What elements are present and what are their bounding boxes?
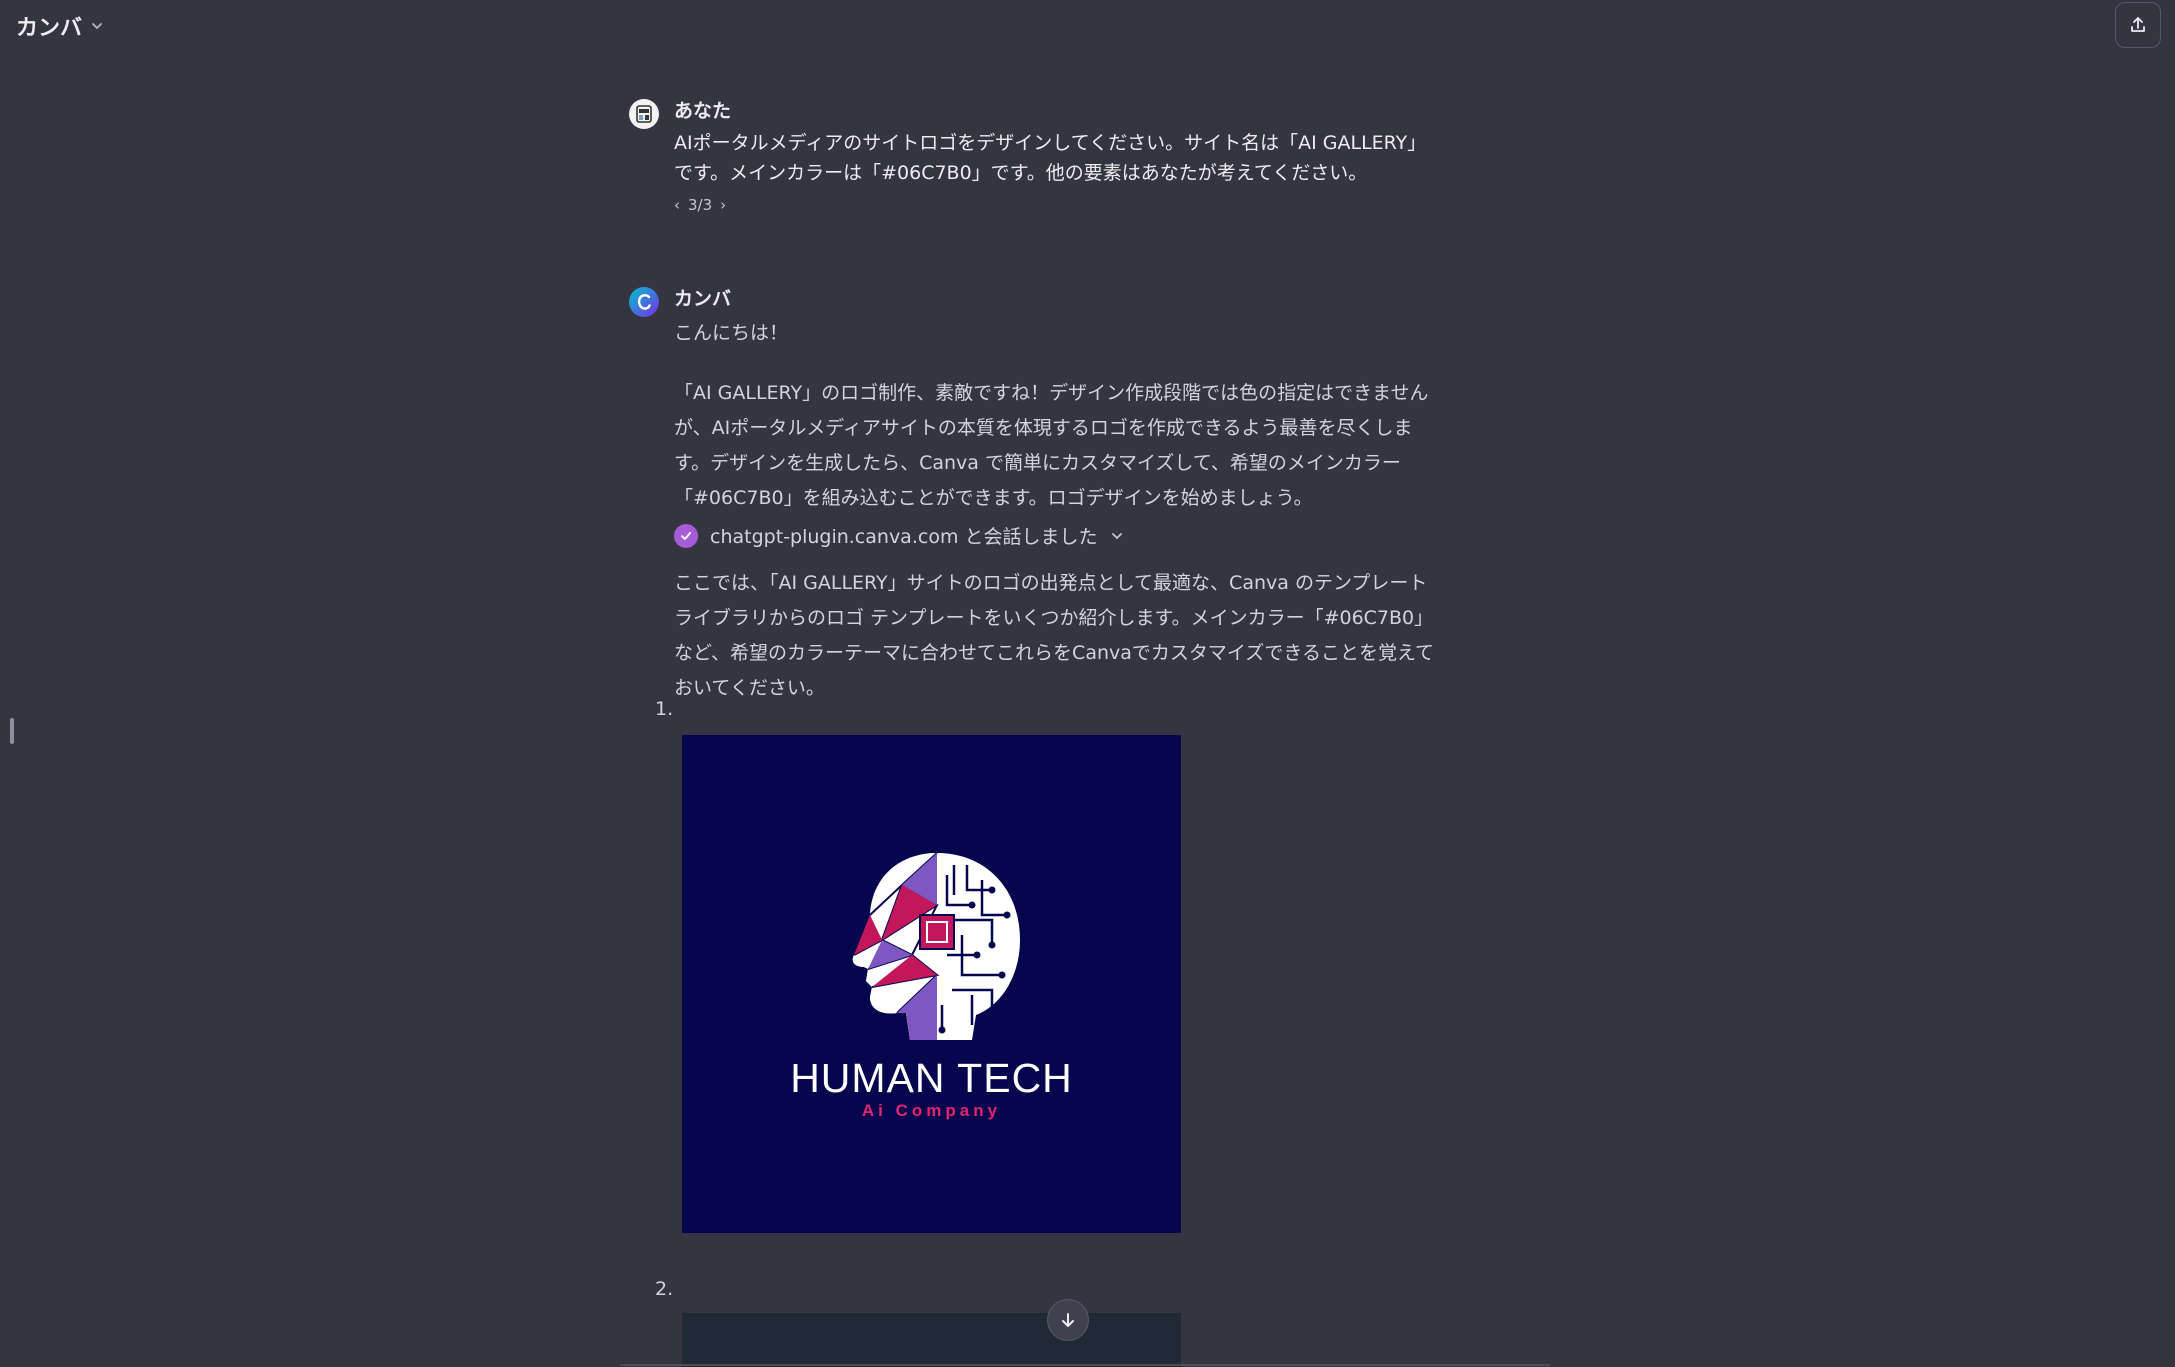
logo-subtitle-text: Ai Company <box>861 1101 1002 1120</box>
assistant-paragraph-2: ここでは、「AI GALLERY」サイトのロゴの出発点として最適な、Canva … <box>674 572 1434 699</box>
user-avatar <box>629 99 659 129</box>
list-number-2: 2. <box>655 1278 674 1300</box>
pager-count: 3/3 <box>688 196 713 214</box>
assistant-author-name: カンバ <box>674 288 732 310</box>
plugin-status-text: chatgpt-plugin.canva.com と会話しました <box>710 526 1098 548</box>
scroll-to-bottom-button[interactable] <box>1047 1299 1089 1341</box>
user-author-name: あなた <box>674 100 732 122</box>
composer-top-border <box>620 1364 1550 1366</box>
ai-head-logo-icon <box>852 852 1020 1040</box>
plugin-status-toggle[interactable]: chatgpt-plugin.canva.com と会話しました <box>674 522 1124 549</box>
pager-next-button[interactable]: › <box>720 196 726 214</box>
list-number-1: 1. <box>655 698 674 720</box>
message-pager: ‹ 3/3 › <box>674 196 726 214</box>
chevron-down-icon <box>1111 532 1122 539</box>
logo-template-image-2[interactable] <box>682 1313 1181 1367</box>
arrow-down-icon <box>1062 1313 1074 1327</box>
logo-title-text: HUMAN TECH <box>790 1055 1073 1101</box>
check-circle-icon <box>674 523 698 548</box>
canva-avatar-icon <box>629 287 659 317</box>
logo-template-image-1[interactable]: HUMAN TECH Ai Company <box>682 735 1181 1233</box>
assistant-greeting: こんにちは！ <box>674 322 789 344</box>
conversation-thread: あなた AIポータルメディアのサイトロゴをデザインしてください。サイト名は「AI… <box>0 0 2175 1367</box>
pager-prev-button[interactable]: ‹ <box>674 196 680 214</box>
user-message: あなた AIポータルメディアのサイトロゴをデザインしてください。サイト名は「AI… <box>628 98 1448 228</box>
assistant-paragraph-1: 「AI GALLERY」のロゴ制作、素敵ですね！デザイン作成段階では色の指定はで… <box>674 382 1429 509</box>
user-message-text: AIポータルメディアのサイトロゴをデザインしてください。サイト名は「AI GAL… <box>674 132 1427 184</box>
